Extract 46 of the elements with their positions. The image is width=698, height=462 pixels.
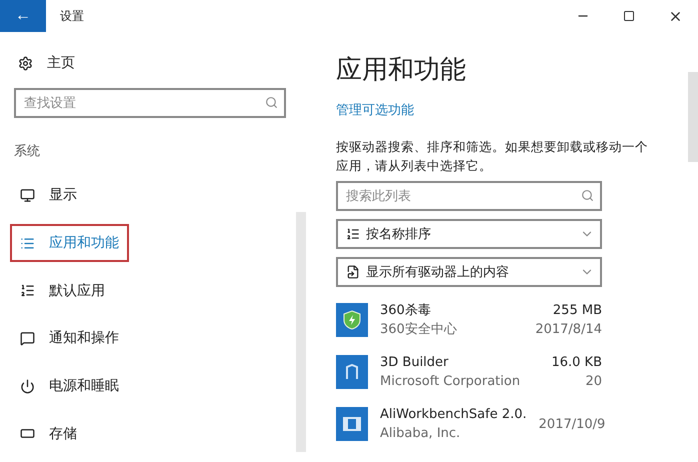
list-icon bbox=[20, 236, 35, 250]
page-title: 应用和功能 bbox=[336, 54, 467, 87]
nav-item[interactable]: 应用和功能 bbox=[10, 224, 129, 262]
window-icon bbox=[342, 416, 362, 432]
file-icon bbox=[346, 265, 360, 279]
drive-filter-dropdown[interactable]: 显示所有驱动器上的内容 bbox=[336, 257, 602, 287]
list-icon bbox=[346, 227, 360, 241]
search-icon bbox=[265, 96, 278, 109]
section-heading: 系统 bbox=[13, 143, 41, 161]
nav-item[interactable]: 通知和操作 bbox=[10, 319, 129, 358]
app-name: 360杀毒 bbox=[380, 302, 432, 320]
app-list-item[interactable]: 360杀毒 360安全中心 255 MB 2017/8/14 bbox=[336, 301, 602, 339]
nav-item[interactable]: 电源和睡眠 bbox=[10, 366, 129, 406]
app-list-item[interactable]: 3D Builder Microsoft Corporation 16.0 KB 20 bbox=[336, 353, 602, 391]
settings-icon[interactable] bbox=[18, 56, 33, 70]
app-publisher: Alibaba, Inc. bbox=[380, 425, 462, 443]
app-date: 20 bbox=[585, 373, 602, 391]
nav-item[interactable]: 默认应用 bbox=[10, 271, 115, 310]
app-name: AliWorkbenchSafe 2.0. bbox=[380, 406, 527, 424]
scrollbar[interactable] bbox=[296, 212, 306, 452]
shield-icon bbox=[343, 310, 361, 330]
home-link[interactable]: 主页 bbox=[47, 54, 75, 72]
cube-outline-icon bbox=[345, 364, 359, 380]
monitor-icon bbox=[20, 188, 35, 203]
manage-features-link[interactable]: 管理可选功能 bbox=[336, 101, 666, 119]
search-field[interactable]: 搜索此列表 bbox=[336, 181, 602, 211]
message-icon bbox=[20, 330, 35, 346]
list-icon bbox=[20, 283, 35, 298]
back-button[interactable]: ← bbox=[0, 0, 46, 32]
app-size: 16.0 KB bbox=[551, 354, 602, 372]
description-text: 按驱动器搜索、排序和筛选。如果想要卸载或移动一个应用，请从列表中选择它。 bbox=[336, 138, 649, 175]
sort-dropdown[interactable]: 按名称排序 bbox=[336, 219, 602, 249]
app-name: 3D Builder bbox=[380, 354, 450, 372]
app-date: 2017/10/9 bbox=[538, 416, 606, 434]
app-publisher: Microsoft Corporation bbox=[380, 373, 522, 391]
search-icon bbox=[581, 189, 594, 202]
app-publisher: 360安全中心 bbox=[380, 321, 458, 339]
power-icon bbox=[20, 378, 35, 394]
app-date: 2017/8/14 bbox=[535, 321, 602, 339]
window-title: 设置 bbox=[60, 8, 85, 24]
scrollbar[interactable] bbox=[688, 72, 698, 162]
app-size: 255 MB bbox=[552, 302, 602, 320]
nav-item[interactable]: 存储 bbox=[10, 414, 87, 454]
search-field[interactable]: 查找设置 bbox=[14, 88, 286, 118]
nav-item[interactable]: 显示 bbox=[10, 176, 87, 215]
maximize-icon[interactable] bbox=[623, 10, 635, 22]
